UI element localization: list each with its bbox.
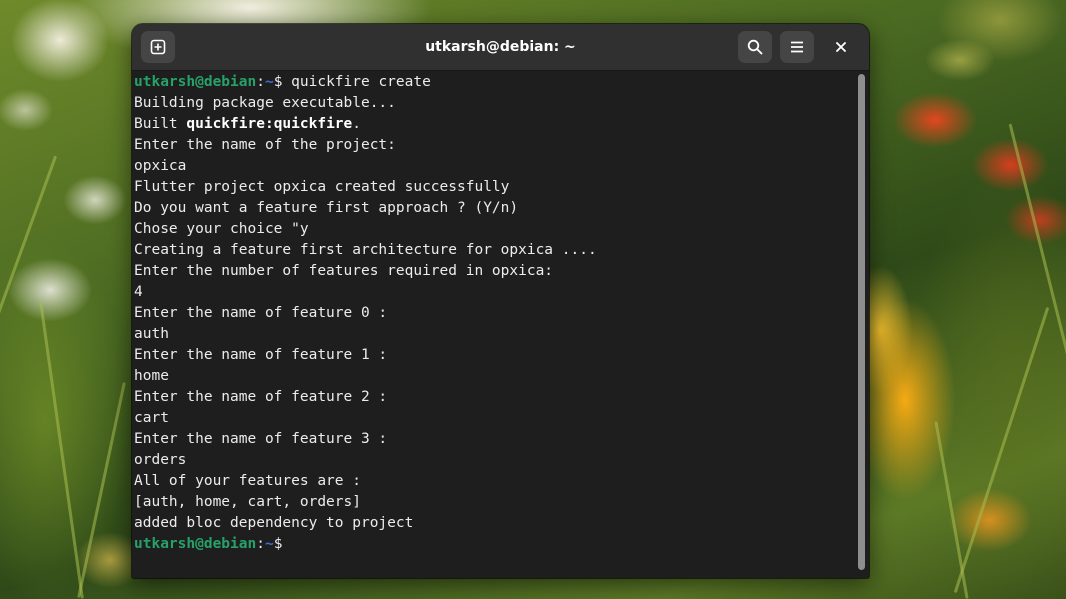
terminal-output[interactable]: utkarsh@debian:~$ quickfire create Build… (134, 72, 852, 574)
terminal-line: Building package executable... (134, 95, 396, 111)
terminal-line: All of your features are : (134, 473, 361, 489)
hamburger-menu-icon (791, 41, 803, 53)
prompt-user-host: utkarsh@debian (134, 536, 257, 552)
prompt-symbol: $ (273, 74, 292, 90)
wallpaper-stem (39, 301, 84, 599)
terminal-line: added bloc dependency to project (134, 515, 414, 531)
built-target: quickfire:quickfire (186, 116, 353, 132)
terminal-line: cart (134, 410, 169, 426)
wallpaper-stem (934, 421, 969, 599)
wallpaper-stem (953, 306, 1050, 594)
terminal-line: Do you want a feature first approach ? (… (134, 200, 519, 216)
wallpaper-stem (77, 382, 126, 598)
headerbar[interactable]: utkarsh@debian: ~ (132, 24, 869, 71)
terminal-line: Enter the number of features required in… (134, 263, 554, 279)
prompt-separator: : (256, 536, 265, 552)
terminal-line: [auth, home, cart, orders] (134, 494, 361, 510)
terminal-line: Enter the name of feature 3 : (134, 431, 388, 447)
terminal-line: Chose your choice "y (134, 221, 309, 237)
built-prefix: Built (134, 116, 187, 132)
terminal-line-built: Built quickfire:quickfire. (134, 114, 852, 135)
prompt-symbol: $ (273, 536, 292, 552)
prompt-directory: ~ (264, 536, 274, 552)
close-icon (836, 42, 846, 52)
wallpaper-stem (0, 155, 58, 345)
terminal-line: Enter the name of the project: (134, 137, 396, 153)
terminal-line: home (134, 368, 169, 384)
scrollbar-thumb[interactable] (858, 74, 865, 570)
terminal-line: 4 (134, 284, 143, 300)
terminal-line: auth (134, 326, 169, 342)
terminal-line: Enter the name of feature 1 : (134, 347, 388, 363)
terminal-line: Creating a feature first architecture fo… (134, 242, 597, 258)
new-tab-button[interactable] (141, 31, 175, 63)
new-tab-icon (150, 39, 166, 55)
command-text: quickfire create (291, 74, 431, 90)
prompt-directory: ~ (264, 74, 274, 90)
search-icon (747, 39, 763, 55)
built-suffix: . (352, 116, 361, 132)
terminal-line: Enter the name of feature 0 : (134, 305, 388, 321)
terminal-line: Flutter project opxica created successfu… (134, 179, 510, 195)
terminal-line: Enter the name of feature 2 : (134, 389, 388, 405)
prompt-user-host: utkarsh@debian (134, 74, 257, 90)
main-menu-button[interactable] (780, 31, 814, 63)
terminal-command-line: utkarsh@debian:~$ quickfire create (134, 72, 852, 93)
terminal-prompt-line[interactable]: utkarsh@debian:~$ (134, 534, 852, 555)
terminal-window[interactable]: utkarsh@debian: ~ utkarsh@debian:~$ quic… (132, 24, 869, 578)
terminal-line: opxica (134, 158, 187, 174)
prompt-separator: : (256, 74, 265, 90)
close-window-button[interactable] (829, 35, 853, 59)
terminal-line: orders (134, 452, 187, 468)
terminal-scrollbar[interactable] (855, 72, 869, 578)
search-button[interactable] (738, 31, 772, 63)
